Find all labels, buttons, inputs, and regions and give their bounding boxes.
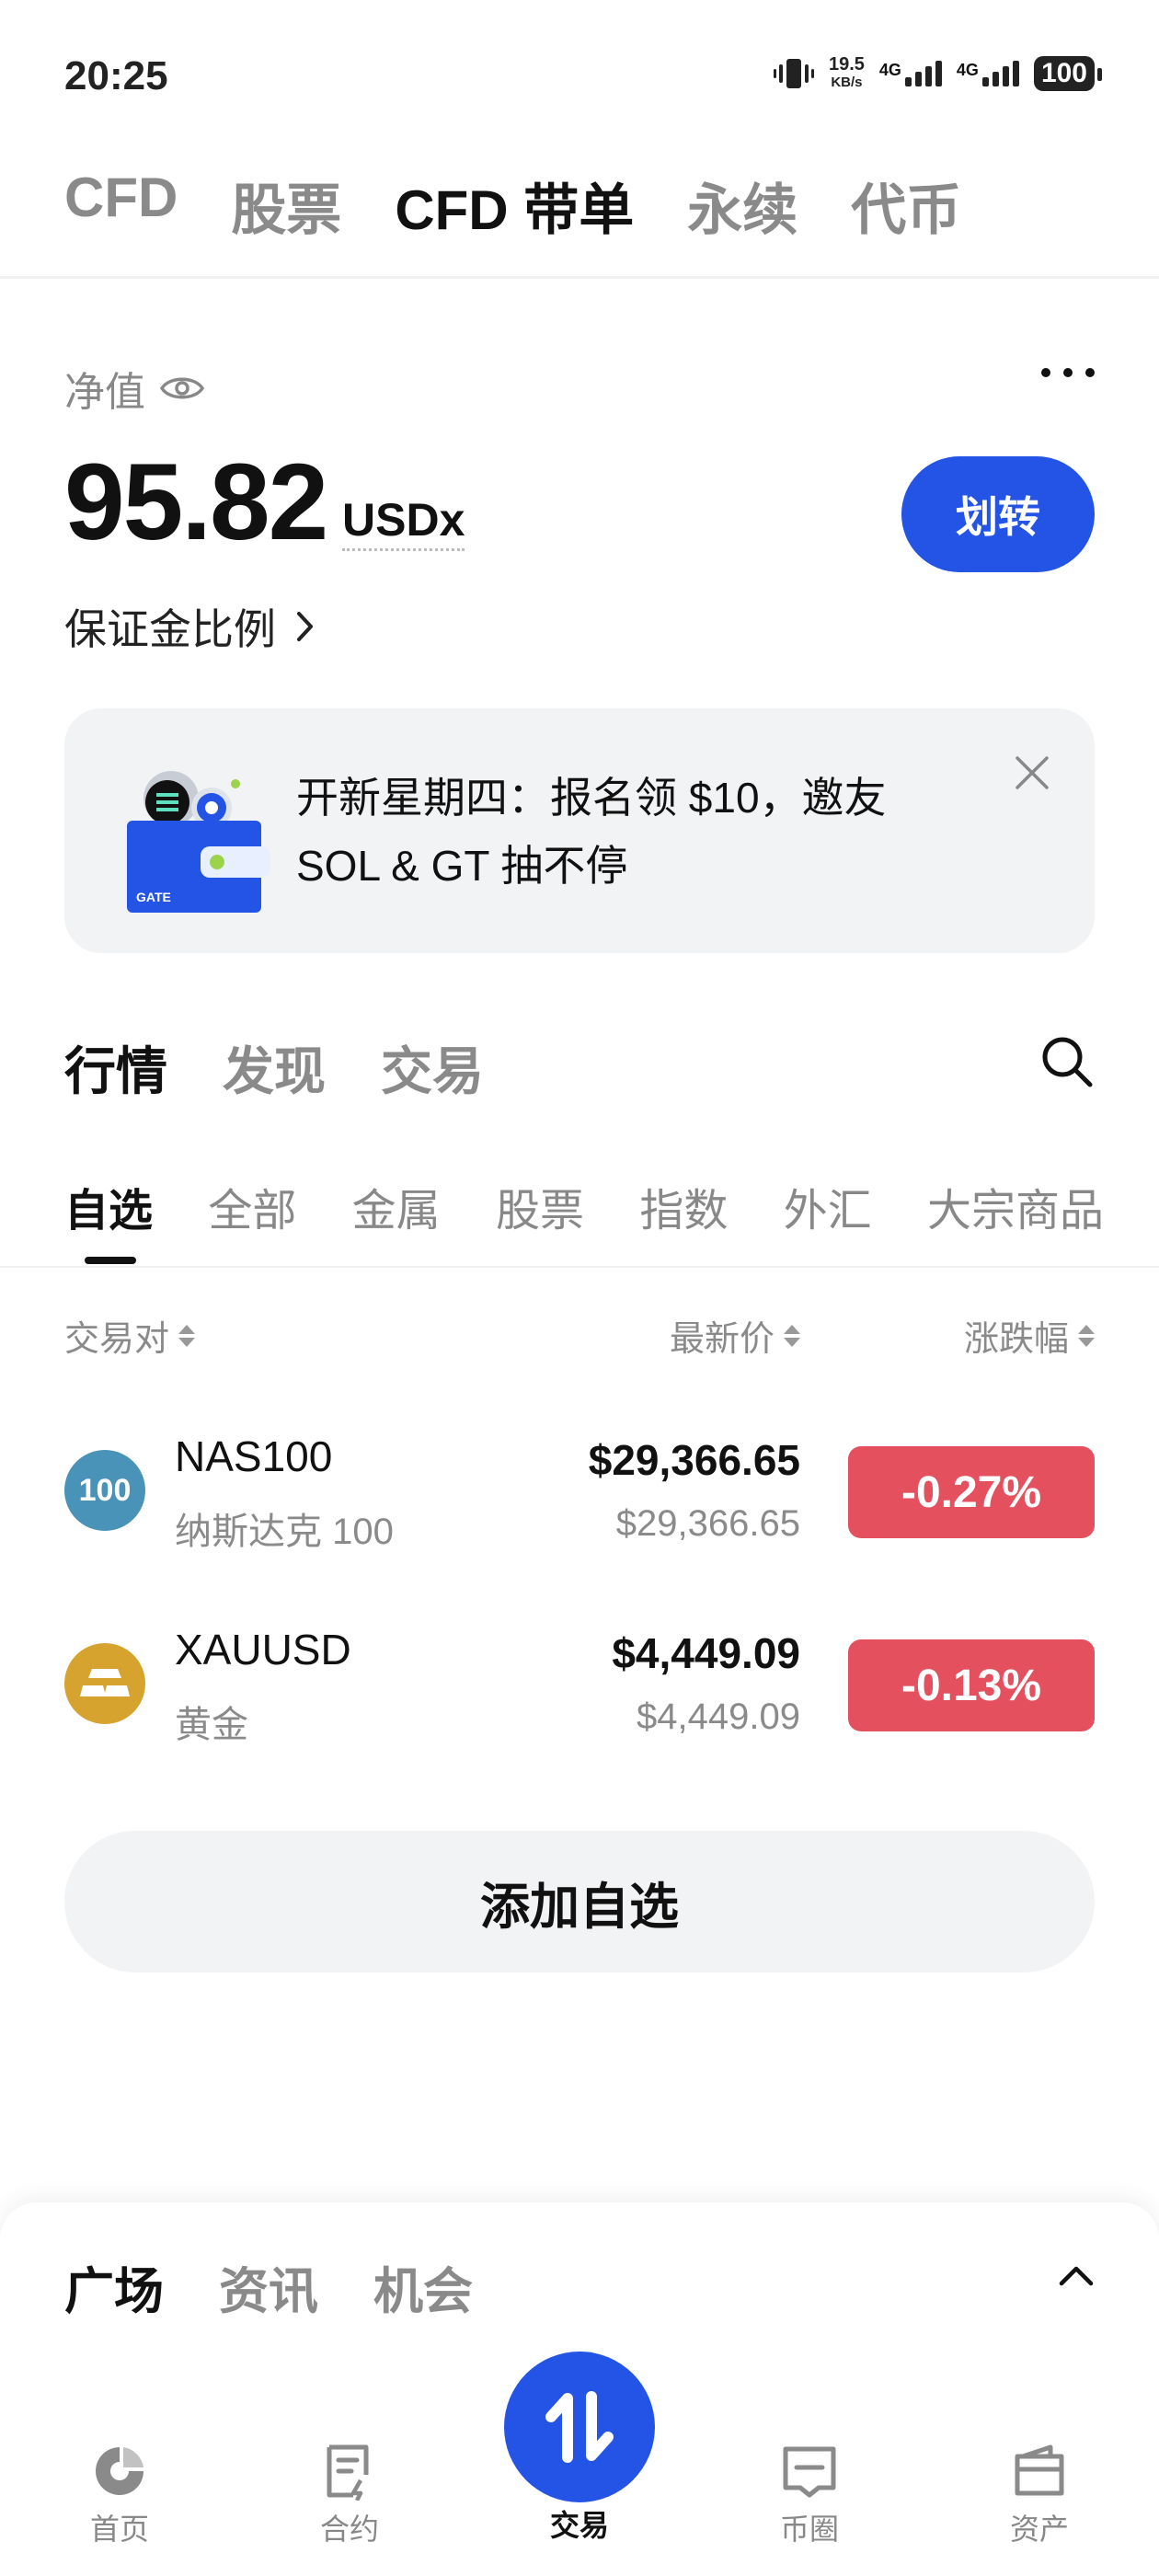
signal-icon-1: 4G: [879, 61, 942, 86]
tab-stocks[interactable]: 股票: [231, 166, 341, 246]
chevron-up-icon[interactable]: [1058, 2263, 1095, 2287]
column-header-price[interactable]: 最新价: [670, 1310, 800, 1361]
sort-icon: [784, 1324, 800, 1347]
tab-opportunities[interactable]: 机会: [373, 2250, 473, 2323]
column-header-pair-label: 交易对: [64, 1320, 170, 1359]
cat-tab-watchlist[interactable]: 自选: [64, 1174, 153, 1238]
status-bar: 20:25 19.5 KB/s 4G 4G 100: [0, 0, 1159, 138]
row-price-sub: $29,366.65: [615, 1503, 800, 1544]
banner-line-2: SOL & GT 抽不停: [296, 842, 628, 890]
market-row[interactable]: XAUUSD 黄金 $4,449.09 $4,449.09 -0.13%: [0, 1592, 1159, 1776]
speed-unit: KB/s: [831, 75, 863, 90]
category-tabs: 自选 全部 金属 股票 指数 外汇 大宗商品: [64, 1174, 1104, 1238]
net-type-1: 4G: [878, 61, 901, 79]
tab-tokens[interactable]: 代币: [851, 166, 961, 246]
tab-cfd[interactable]: CFD: [64, 166, 178, 246]
nav-home[interactable]: 首页: [55, 2442, 184, 2548]
gate-logo-text: GATE: [136, 890, 171, 904]
signal-icon-2: 4G: [957, 61, 1019, 86]
row-price: $4,449.09: [612, 1629, 800, 1677]
column-header-change[interactable]: 涨跌幅: [964, 1310, 1095, 1361]
nav-contract[interactable]: 合约: [285, 2442, 414, 2548]
tab-cfd-copy-trading[interactable]: CFD 带单: [395, 166, 634, 246]
section-tabs: 行情 发现 交易: [64, 1030, 484, 1105]
home-icon: [96, 2447, 143, 2495]
nav-assets-label: 资产: [1009, 2513, 1069, 2546]
eye-icon[interactable]: [160, 373, 204, 404]
net-value-label: 净值: [64, 359, 204, 418]
add-watchlist-button[interactable]: 添加自选: [64, 1831, 1095, 1972]
sort-icon: [178, 1324, 196, 1347]
nav-home-label: 首页: [89, 2513, 149, 2546]
cat-tab-indices[interactable]: 指数: [639, 1174, 728, 1238]
nav-contract-label: 合约: [319, 2513, 379, 2546]
top-tabs: CFD 股票 CFD 带单 永续 代币: [64, 166, 961, 246]
status-icons: 19.5 KB/s 4G 4G 100: [773, 55, 1103, 92]
tab-discover[interactable]: 发现: [223, 1030, 326, 1105]
divider: [0, 276, 1159, 279]
community-icon: [783, 2446, 836, 2498]
speed-value: 19.5: [828, 54, 865, 75]
tab-trade[interactable]: 交易: [381, 1030, 484, 1105]
wallet-icon: [1015, 2444, 1064, 2496]
banner-line-1: 开新星期四：报名领 $10，邀友: [296, 774, 887, 822]
transfer-button[interactable]: 划转: [901, 456, 1095, 572]
margin-ratio-label: 保证金比例: [64, 605, 276, 653]
sort-icon: [1078, 1324, 1095, 1347]
column-header-change-label: 涨跌幅: [963, 1320, 1069, 1359]
tab-perpetual[interactable]: 永续: [687, 166, 798, 246]
margin-ratio-link[interactable]: 保证金比例: [64, 596, 315, 657]
nas100-icon: 100: [64, 1450, 145, 1531]
row-name: 纳斯达克 100: [175, 1512, 394, 1552]
net-value-amount: 95.82: [64, 442, 328, 563]
close-icon[interactable]: [1014, 754, 1050, 791]
row-symbol: NAS100: [175, 1432, 333, 1480]
nav-community[interactable]: 币圈: [745, 2442, 874, 2548]
promo-banner[interactable]: GATE 开新星期四：报名领 $10，邀友 SOL & GT 抽不停: [64, 708, 1095, 953]
cat-tab-forex[interactable]: 外汇: [784, 1174, 872, 1238]
cat-tab-all[interactable]: 全部: [208, 1174, 296, 1238]
nav-trade[interactable]: 交易: [515, 2502, 644, 2545]
tab-news[interactable]: 资讯: [219, 2250, 318, 2323]
cat-tab-commodities[interactable]: 大宗商品: [927, 1174, 1104, 1238]
market-row[interactable]: 100 NAS100 纳斯达克 100 $29,366.65 $29,366.6…: [0, 1398, 1159, 1582]
banner-text: 开新星期四：报名领 $10，邀友 SOL & GT 抽不停: [296, 764, 977, 900]
tab-market[interactable]: 行情: [64, 1030, 167, 1105]
row-name: 黄金: [175, 1705, 248, 1745]
battery-icon: 100: [1033, 56, 1103, 91]
search-icon[interactable]: [1039, 1034, 1095, 1089]
divider: [0, 1266, 1159, 1268]
status-time: 20:25: [64, 53, 168, 98]
chevron-right-icon: [297, 612, 313, 641]
tab-square[interactable]: 广场: [64, 2250, 164, 2323]
column-header-price-label: 最新价: [669, 1320, 775, 1359]
gold-icon: [64, 1643, 145, 1724]
net-type-2: 4G: [956, 61, 979, 79]
network-speed: 19.5 KB/s: [829, 55, 865, 92]
row-price-sub: $4,449.09: [637, 1696, 800, 1737]
cat-tab-stocks[interactable]: 股票: [496, 1174, 584, 1238]
net-value-unit[interactable]: USDx: [342, 493, 465, 551]
trade-icon: [545, 2391, 614, 2463]
nav-community-label: 币圈: [779, 2513, 839, 2546]
contract-icon: [327, 2444, 369, 2501]
vibrate-icon: [773, 59, 814, 88]
trade-fab-button[interactable]: [504, 2352, 655, 2502]
row-symbol: XAUUSD: [175, 1626, 351, 1673]
gold-bars-icon: [80, 1669, 130, 1696]
nav-assets[interactable]: 资产: [975, 2442, 1104, 2548]
column-header-pair[interactable]: 交易对: [64, 1310, 196, 1361]
change-badge[interactable]: -0.13%: [848, 1639, 1095, 1731]
nav-trade-label: 交易: [549, 2509, 609, 2542]
sheet-tabs: 广场 资讯 机会: [64, 2250, 473, 2323]
net-value-text: 净值: [64, 370, 145, 415]
change-badge[interactable]: -0.27%: [848, 1446, 1095, 1538]
active-tab-indicator: [85, 1257, 136, 1264]
more-options-icon[interactable]: [1041, 368, 1095, 377]
cat-tab-metals[interactable]: 金属: [352, 1174, 441, 1238]
row-price: $29,366.65: [588, 1436, 800, 1484]
